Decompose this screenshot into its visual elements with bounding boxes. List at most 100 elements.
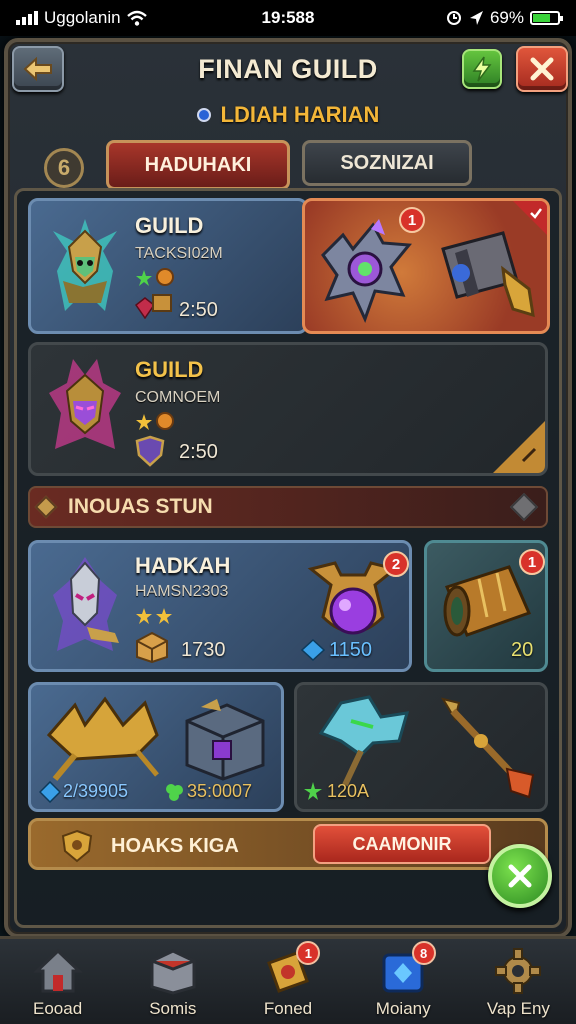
crown-weapon-icon: [46, 696, 159, 781]
hero-name: HADKAH: [135, 553, 231, 578]
confirm-button[interactable]: [488, 844, 552, 908]
guild-card-2[interactable]: GUILD COMNOEM 2:50: [28, 342, 548, 476]
boost-button[interactable]: [462, 49, 502, 89]
card-name: GUILD: [135, 357, 204, 382]
subtitle-text: LDIAH HARIAN: [220, 102, 380, 127]
ribbon-corner-icon: [513, 201, 547, 235]
crystal-axe-icon: [318, 695, 410, 787]
alarm-icon: [446, 11, 461, 25]
spear-icon: [440, 697, 535, 799]
reward-card-1[interactable]: 1: [302, 198, 550, 334]
claim-button[interactable]: CAAMONIR: [313, 824, 491, 864]
crown-price: 2/39905: [63, 781, 129, 801]
hero-subtitle: HAMSN2303: [135, 583, 229, 600]
level-value: 6: [57, 155, 71, 180]
purple-hero-portrait: [49, 359, 121, 449]
gem-icon: [301, 639, 325, 661]
signal-icon: [16, 11, 38, 25]
guild-card-1[interactable]: GUILD TACKSI02M 2:50: [28, 198, 308, 334]
axe-shop-card[interactable]: 120A: [294, 682, 548, 812]
nav-label: Eooad: [33, 999, 83, 1018]
nav-label: Vap Eny: [486, 999, 550, 1018]
green-hero-portrait: [53, 219, 117, 311]
shield-icon: [135, 435, 165, 467]
star-icon: [304, 782, 322, 800]
tab-bar: 6 HADUHAKI SOZNIZAI: [44, 138, 544, 190]
mace-icon: [321, 219, 412, 323]
card-timer: 2:50: [179, 299, 218, 321]
chevron-right-icon: [509, 492, 539, 522]
card-subtitle: COMNOEM: [135, 389, 221, 406]
close-icon: [508, 864, 532, 888]
lightning-icon: [472, 56, 492, 82]
nav-item-home[interactable]: Eooad: [0, 939, 115, 1024]
potion-badge: 2: [383, 551, 409, 577]
star-icon: [136, 270, 152, 286]
crown-shop-card[interactable]: 2/39905 35:0007: [28, 682, 284, 812]
close-button[interactable]: [516, 46, 568, 92]
potion-price: 1150: [329, 639, 373, 661]
treasure-chest-icon: [185, 699, 265, 781]
star-icon: [136, 414, 152, 430]
nav-badge: 8: [411, 941, 436, 965]
chest-price: 35:0007: [187, 781, 253, 801]
clover-icon: [166, 784, 183, 801]
tab-soznizai[interactable]: SOZNIZAI: [302, 140, 472, 186]
nav-item-gems[interactable]: 8 Moiany: [346, 939, 461, 1024]
arrow-left-icon: [23, 57, 52, 81]
action-label: HOAKS KIGA: [111, 835, 239, 857]
emblem-icon: [61, 829, 93, 863]
card-name: GUILD: [135, 213, 204, 238]
medal-icon: [156, 268, 174, 286]
carrier-name: Uggolanin: [44, 8, 121, 27]
card-timer: 2:50: [179, 441, 218, 463]
tab-haduhaki[interactable]: HADUHAKI: [106, 140, 290, 190]
action-bar: HOAKS KIGA CAAMONIR: [28, 818, 548, 870]
tab-label: SOZNIZAI: [340, 151, 434, 174]
section-header[interactable]: INOUAS STUN: [28, 486, 548, 528]
crate-icon: [136, 631, 168, 663]
nav-item-chest[interactable]: Somis: [115, 939, 230, 1024]
diamond-icon: [34, 495, 58, 519]
bottom-nav: Eooad Somis 1 Foned 8 Moiany Vap Eny: [0, 936, 576, 1024]
crate-icon: [152, 294, 172, 312]
battery-percent: 69%: [489, 8, 524, 27]
nav-item-settings[interactable]: Vap Eny: [461, 939, 576, 1024]
section-subtitle: LDIAH HARIAN: [0, 100, 576, 130]
card-subtitle: TACKSI02M: [135, 245, 223, 262]
page-title: FINAN GUILD: [198, 53, 378, 84]
tab-label: HADUHAKI: [144, 153, 252, 176]
section-title: INOUAS STUN: [68, 495, 213, 518]
stars-icon: [136, 608, 172, 624]
corner-arrow-icon: [493, 421, 545, 473]
back-button[interactable]: [12, 46, 64, 92]
cannon-badge: 1: [519, 549, 545, 575]
nav-label: Somis: [149, 999, 197, 1018]
home-icon: [32, 948, 83, 993]
location-icon: [469, 11, 483, 25]
medal-icon: [156, 412, 174, 430]
nav-badge: 1: [296, 941, 321, 965]
cannon-price: 20: [511, 639, 534, 661]
claim-button-label: CAAMONIR: [352, 833, 452, 854]
clock: 19:588: [261, 8, 315, 27]
hero-shop-card[interactable]: HADKAH HAMSN2303 1730 2 1150: [28, 540, 412, 672]
level-coin-icon: 6: [44, 148, 84, 188]
battery-icon: [530, 11, 563, 25]
gem-icon: [39, 781, 61, 803]
reward-badge: 1: [399, 207, 425, 233]
hero-price: 1730: [181, 639, 226, 661]
status-bar: Uggolanin 19:588 69%: [0, 0, 576, 36]
gear-icon: [495, 948, 542, 994]
nav-label: Foned: [263, 999, 313, 1018]
wifi-icon: [126, 10, 147, 26]
axe-price: 120A: [327, 781, 370, 801]
nav-label: Moiany: [375, 999, 431, 1018]
nav-item-scroll[interactable]: 1 Foned: [230, 939, 345, 1024]
cannon-shop-card[interactable]: 1 20: [424, 540, 548, 672]
masked-hero-portrait: [53, 557, 119, 651]
close-icon: [530, 57, 554, 81]
chest-icon: [150, 949, 196, 995]
orb-icon: [196, 108, 211, 122]
panel-header: FINAN GUILD: [6, 46, 570, 92]
